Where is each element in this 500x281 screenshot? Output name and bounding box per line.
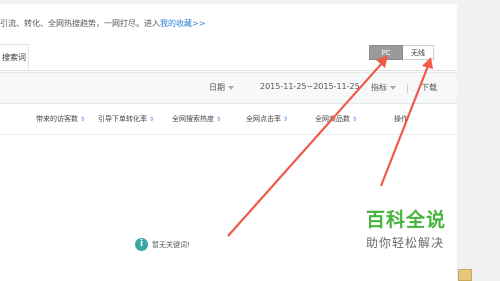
date-dropdown[interactable]: 日期 [209, 82, 234, 93]
date-label: 日期 [209, 83, 225, 92]
metric-label: 指标 [371, 83, 387, 92]
column-header-search-heat[interactable]: 全网搜索热度 ⇕ [172, 114, 221, 124]
description: 引流、转化、全网热搜趋势，一网打尽。进入我的收藏>> [0, 18, 205, 29]
download-button[interactable]: 下载 [421, 82, 437, 93]
column-header-actions: 操作 [394, 115, 408, 123]
column-header-ctr[interactable]: 全网点击率 ⇕ [246, 114, 288, 124]
sort-icon: ⇕ [283, 115, 289, 123]
watermark-logo: 百科全说 助你轻松解决 [366, 205, 476, 251]
device-toggle: PC 无线 [0, 45, 434, 60]
column-header-conversion[interactable]: 引导下单转化率 ⇕ [98, 114, 154, 124]
info-icon: i [135, 238, 148, 251]
favorites-link[interactable]: 我的收藏>> [160, 19, 205, 28]
sort-icon: ⇕ [216, 115, 222, 123]
divider [407, 84, 408, 93]
pc-toggle-button[interactable]: PC [369, 45, 403, 60]
table-header: 带来的访客数 ⇕ 引导下单转化率 ⇕ 全网搜索热度 ⇕ 全网点击率 ⇕ 全网商品数 ⇕ 操… [0, 104, 457, 135]
top-divider [0, 0, 457, 4]
empty-state: i 暂无关键词! [135, 238, 190, 251]
date-range[interactable]: 2015-11-25~2015-11-25 [260, 82, 360, 91]
sort-icon: ⇕ [352, 115, 358, 123]
watermark-title: 百科全说 [366, 209, 447, 231]
metric-dropdown[interactable]: 指标 [371, 82, 396, 93]
column-header-visitors[interactable]: 带来的访客数 ⇕ [36, 114, 85, 124]
chevron-down-icon [228, 85, 234, 90]
chevron-down-icon [390, 85, 396, 90]
empty-message: 暂无关键词! [152, 240, 190, 249]
filter-bar: 日期 2015-11-25~2015-11-25 指标 下载 [0, 72, 457, 104]
column-header-products[interactable]: 全网商品数 ⇕ [315, 114, 357, 124]
description-text: 引流、转化、全网热搜趋势，一网打尽。进入 [0, 19, 160, 28]
sort-icon: ⇕ [149, 115, 155, 123]
wireless-toggle-button[interactable]: 无线 [403, 45, 434, 60]
corner-widget[interactable] [458, 269, 472, 281]
sort-icon: ⇕ [80, 115, 86, 123]
watermark-subtitle: 助你轻松解决 [366, 236, 445, 250]
